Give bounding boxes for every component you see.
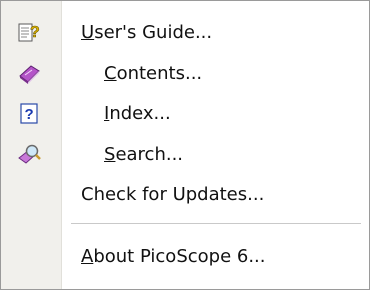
menu-item-label: About PicoScope 6...	[81, 246, 266, 267]
menu-item-label: Index...	[104, 103, 171, 124]
menu-item-about[interactable]: About PicoScope 6...	[1, 237, 369, 277]
menu-item-label: Check for Updates...	[81, 184, 265, 205]
menu-separator	[71, 223, 361, 224]
menu-item-label: Search...	[104, 144, 184, 165]
help-book-question-icon: ?	[17, 21, 43, 45]
menu-item-check-for-updates[interactable]: Check for Updates...	[1, 175, 369, 215]
search-magnifier-icon	[17, 143, 43, 167]
help-menu: ? User's Guide... Contents... ? Index...	[0, 0, 370, 290]
index-question-icon: ?	[17, 102, 43, 126]
svg-text:?: ?	[25, 106, 34, 123]
menu-item-index[interactable]: ? Index...	[1, 94, 369, 134]
svg-text:?: ?	[30, 24, 40, 41]
menu-item-contents[interactable]: Contents...	[1, 54, 369, 94]
menu-item-label: Contents...	[104, 63, 203, 84]
menu-item-label: User's Guide...	[81, 22, 213, 43]
contents-book-icon	[17, 62, 43, 86]
menu-item-users-guide[interactable]: ? User's Guide...	[1, 13, 369, 53]
menu-item-search[interactable]: Search...	[1, 135, 369, 175]
